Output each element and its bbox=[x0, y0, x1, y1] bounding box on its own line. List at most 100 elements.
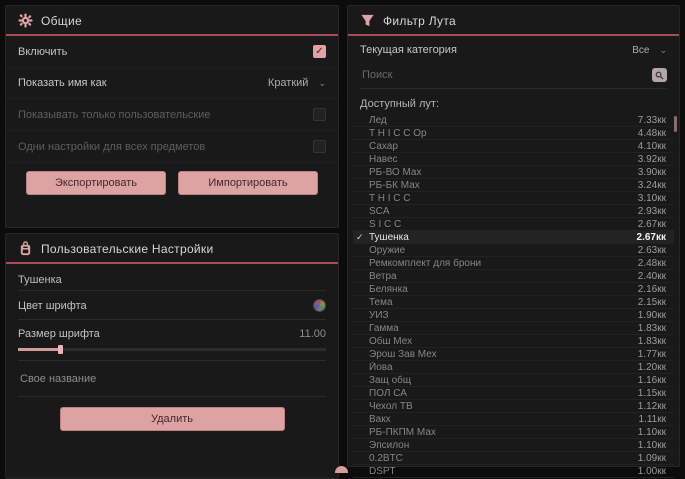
loot-row[interactable]: ✓ Эпсилон 1.10кк bbox=[353, 439, 674, 452]
selected-check-icon: ✓ bbox=[356, 232, 364, 243]
loot-item-value: 2.93кк bbox=[638, 206, 666, 217]
same-settings-checkbox[interactable] bbox=[313, 140, 326, 153]
enable-checkbox[interactable]: ✓ bbox=[313, 45, 326, 58]
loot-filter-panel: Фильтр Лута Текущая категория Все ⌄ Дост… bbox=[347, 5, 680, 467]
loot-item-value: 1.09кк bbox=[638, 453, 666, 464]
slider-track bbox=[18, 348, 326, 351]
loot-row[interactable]: ✓ Навес 3.92кк bbox=[353, 153, 674, 166]
loot-row[interactable]: ✓ РБ-БК Мах 3.24кк bbox=[353, 179, 674, 192]
custom-name-input[interactable] bbox=[18, 372, 330, 386]
loot-item-value: 1.00кк bbox=[638, 466, 666, 477]
filter-panel-title: Фильтр Лута bbox=[383, 14, 456, 28]
loot-item-name: Навес bbox=[369, 154, 630, 165]
loot-item-name: УИЗ bbox=[369, 310, 630, 321]
loot-item-value: 4.48кк bbox=[638, 128, 666, 139]
only-custom-checkbox[interactable] bbox=[313, 108, 326, 121]
font-size-slider[interactable] bbox=[18, 344, 326, 354]
loot-row[interactable]: ✓ Чехол ТВ 1.12кк bbox=[353, 400, 674, 413]
loot-row[interactable]: ✓ T H I C C Ор 4.48кк bbox=[353, 127, 674, 140]
loot-row[interactable]: ✓ Гамма 1.83кк bbox=[353, 322, 674, 335]
loot-row[interactable]: ✓ Вакх 1.11кк bbox=[353, 413, 674, 426]
loot-item-value: 2.67кк bbox=[637, 232, 666, 243]
font-size-label: Размер шрифта bbox=[18, 328, 100, 340]
loot-row[interactable]: ✓ Лед 7.33кк bbox=[353, 114, 674, 127]
search-bar bbox=[360, 62, 667, 89]
search-input[interactable] bbox=[360, 68, 652, 82]
category-select[interactable]: Все ⌄ bbox=[632, 45, 667, 56]
loot-row[interactable]: ✓ Обш Мех 1.83кк bbox=[353, 335, 674, 348]
loot-row[interactable]: ✓ Защ общ 1.16кк bbox=[353, 374, 674, 387]
general-panel: Общие Включить ✓ Показать имя как Кратки… bbox=[5, 5, 339, 228]
search-icon[interactable] bbox=[652, 68, 667, 82]
loot-item-value: 1.15кк bbox=[638, 388, 666, 399]
loot-item-name: РБ-ПКПМ Мах bbox=[369, 427, 630, 438]
same-settings-label: Одни настройки для всех предметов bbox=[18, 141, 205, 153]
loot-row[interactable]: ✓ Оружие 2.63кк bbox=[353, 244, 674, 257]
chevron-down-icon: ⌄ bbox=[659, 45, 667, 56]
loot-row[interactable]: ✓ T H I C C 3.10кк bbox=[353, 192, 674, 205]
loot-item-name: Лед bbox=[369, 115, 630, 126]
loot-item-value: 3.92кк bbox=[638, 154, 666, 165]
loot-item-name: Ремкомплект для брони bbox=[369, 258, 630, 269]
loot-row[interactable]: ✓ УИЗ 1.90кк bbox=[353, 309, 674, 322]
bottom-pin-icon[interactable] bbox=[335, 466, 348, 473]
loot-row[interactable]: ✓ DSPT 1.00кк bbox=[353, 465, 674, 478]
loot-item-name: T H I C C Ор bbox=[369, 128, 630, 139]
loot-item-name: ПОЛ СА bbox=[369, 388, 630, 399]
loot-item-name: Сахар bbox=[369, 141, 630, 152]
name-mode-select[interactable]: Краткий ⌄ bbox=[268, 77, 326, 89]
slider-fill bbox=[18, 348, 58, 351]
loot-item-name: Оружие bbox=[369, 245, 630, 256]
loot-item-value: 1.10кк bbox=[638, 440, 666, 451]
loot-item-name: Обш Мех bbox=[369, 336, 630, 347]
font-size-row: Размер шрифта 11.00 bbox=[18, 319, 326, 342]
export-button[interactable]: Экспортировать bbox=[26, 171, 166, 195]
loot-item-value: 4.10кк bbox=[638, 141, 666, 152]
name-mode-label: Показать имя как bbox=[18, 77, 107, 89]
loot-item-value: 1.90кк bbox=[638, 310, 666, 321]
loot-item-name: T H I C C bbox=[369, 193, 630, 204]
color-wheel-icon[interactable] bbox=[313, 299, 326, 312]
loot-row[interactable]: ✓ Ремкомплект для брони 2.48кк bbox=[353, 257, 674, 270]
loot-row[interactable]: ✓ Йова 1.20кк bbox=[353, 361, 674, 374]
loot-item-name: Ветра bbox=[369, 271, 630, 282]
loot-item-value: 2.15кк bbox=[638, 297, 666, 308]
category-value: Все bbox=[632, 45, 649, 56]
only-custom-label: Показывать только пользовательские bbox=[18, 109, 211, 121]
loot-row[interactable]: ✓ Белянка 2.16кк bbox=[353, 283, 674, 296]
loot-item-value: 3.90кк bbox=[638, 167, 666, 178]
loot-item-name: SCA bbox=[369, 206, 630, 217]
loot-row[interactable]: ✓ РБ-ПКПМ Мах 1.10кк bbox=[353, 426, 674, 439]
delete-button[interactable]: Удалить bbox=[60, 407, 285, 431]
loot-row[interactable]: ✓ Тема 2.15кк bbox=[353, 296, 674, 309]
loot-row[interactable]: ✓ РБ-ВО Мах 3.90кк bbox=[353, 166, 674, 179]
loot-row[interactable]: ✓ Эрош Зав Мех 1.77кк bbox=[353, 348, 674, 361]
loot-item-name: Эрош Зав Мех bbox=[369, 349, 630, 360]
loot-item-value: 2.40кк bbox=[638, 271, 666, 282]
slider-handle[interactable] bbox=[58, 345, 63, 354]
loot-item-name: Защ общ bbox=[369, 375, 630, 386]
loot-row[interactable]: ✓ SCA 2.93кк bbox=[353, 205, 674, 218]
loot-row[interactable]: ✓ 0.2BTC 1.09кк bbox=[353, 452, 674, 465]
loot-row[interactable]: ✓ Ветра 2.40кк bbox=[353, 270, 674, 283]
backpack-icon bbox=[18, 241, 33, 256]
loot-row[interactable]: ✓ Сахар 4.10кк bbox=[353, 140, 674, 153]
loot-item-name: 0.2BTC bbox=[369, 453, 630, 464]
loot-item-name: РБ-ВО Мах bbox=[369, 167, 630, 178]
loot-row[interactable]: ✓ S I C C 2.67кк bbox=[353, 218, 674, 231]
custom-settings-panel: Пользовательские Настройки Тушенка Цвет … bbox=[5, 233, 339, 479]
custom-panel-header: Пользовательские Настройки bbox=[6, 234, 338, 264]
category-label: Текущая категория bbox=[360, 44, 457, 56]
export-import-row: Экспортировать Импортировать bbox=[6, 163, 338, 203]
import-button[interactable]: Импортировать bbox=[178, 171, 318, 195]
setting-row-enable: Включить ✓ bbox=[6, 36, 338, 68]
loot-item-name: Гамма bbox=[369, 323, 630, 334]
loot-item-value: 3.10кк bbox=[638, 193, 666, 204]
name-mode-value: Краткий bbox=[268, 77, 309, 89]
funnel-icon bbox=[360, 13, 375, 28]
scrollbar-thumb[interactable] bbox=[674, 116, 677, 132]
loot-item-value: 2.16кк bbox=[638, 284, 666, 295]
loot-row[interactable]: ✓ Тушенка 2.67кк bbox=[353, 231, 674, 244]
loot-row[interactable]: ✓ ПОЛ СА 1.15кк bbox=[353, 387, 674, 400]
setting-row-same-settings: Одни настройки для всех предметов bbox=[6, 131, 338, 163]
